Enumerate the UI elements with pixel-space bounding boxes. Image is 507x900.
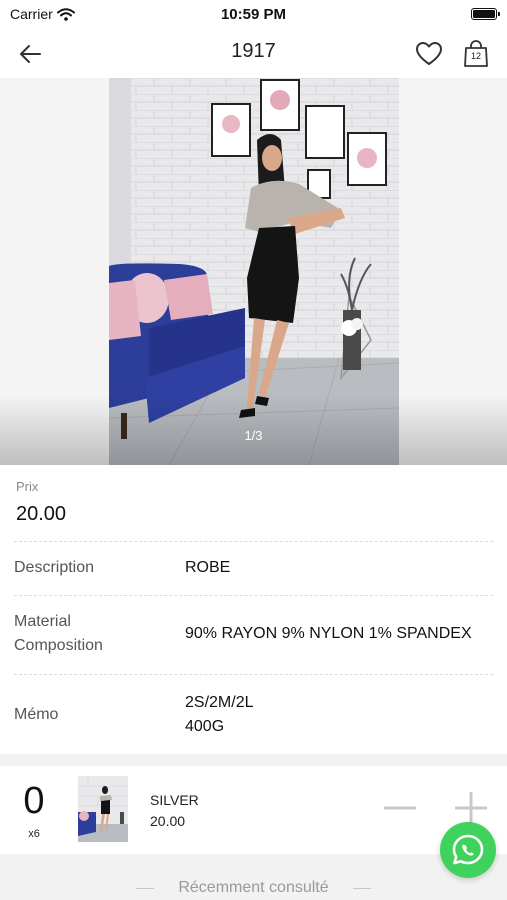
recently-viewed-section: Récemment consulté (0, 854, 507, 900)
favorite-button[interactable] (413, 38, 445, 70)
product-photo (109, 78, 399, 465)
status-time: 10:59 PM (220, 6, 287, 23)
quantity-multiplier: x6 (28, 828, 40, 840)
product-gallery[interactable]: 1/3 (0, 78, 507, 465)
back-button[interactable] (14, 38, 46, 70)
minus-icon (384, 806, 416, 810)
whatsapp-button[interactable] (440, 822, 496, 878)
variant-name: SILVER (150, 792, 199, 808)
gallery-pager: 1/3 (244, 428, 263, 443)
price-label: Prix (16, 479, 39, 494)
cart-count: 12 (470, 51, 481, 61)
cart-button[interactable]: 12 (461, 38, 491, 70)
whatsapp-icon (452, 834, 484, 865)
attribute-row-material: Material Composition 90% RAYON 9% NYLON … (0, 596, 507, 674)
quantity-value: 0 (23, 780, 45, 822)
variant-row: 0 x6 SILVER 20.00 (0, 766, 507, 854)
heart-icon (416, 42, 442, 65)
attribute-key: Description (14, 559, 95, 576)
attribute-value: ROBE (185, 559, 231, 576)
price-value: 20.00 (16, 503, 67, 525)
attribute-key: Material Composition (14, 613, 103, 654)
variant-price: 20.00 (150, 813, 186, 829)
attribute-row-description: Description ROBE (0, 542, 507, 595)
price-section: Prix 20.00 (0, 465, 507, 542)
attribute-value: 2S/2M/2L 400G (185, 694, 254, 735)
variant-thumbnail (78, 776, 128, 842)
attribute-value: 90% RAYON 9% NYLON 1% SPANDEX (185, 625, 472, 642)
attribute-row-memo: Mémo 2S/2M/2L 400G (0, 675, 507, 754)
decrease-quantity-button[interactable] (380, 788, 420, 828)
nav-bar: 1917 12 (0, 28, 507, 78)
attribute-key: Mémo (14, 706, 59, 723)
arrow-left-icon (20, 45, 41, 63)
battery-icon (471, 8, 500, 20)
recently-viewed-title: Récemment consulté (178, 879, 329, 896)
status-bar: Carrier 10:59 PM (0, 0, 507, 28)
